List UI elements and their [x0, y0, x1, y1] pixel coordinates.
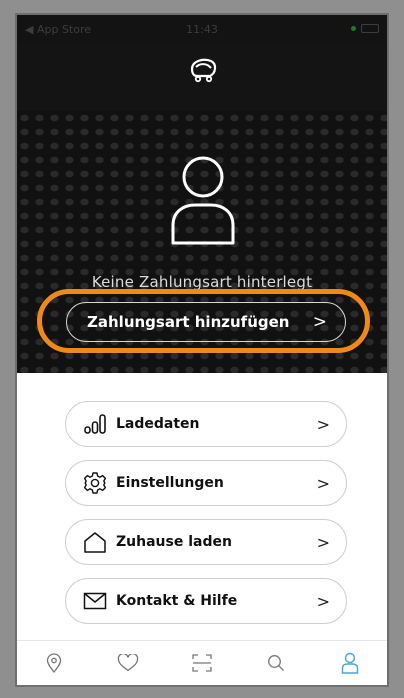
- chevron-right-icon: >: [316, 414, 330, 434]
- menu-list: Ladedaten > Einstellungen > Zuhause lade…: [65, 401, 347, 637]
- menu-item-zuhause-laden[interactable]: Zuhause laden >: [65, 519, 347, 565]
- status-indicators: [351, 24, 379, 33]
- add-payment-label: Zahlungsart hinzufügen: [87, 313, 290, 331]
- scan-icon: [192, 654, 212, 672]
- profile-icon: [341, 652, 359, 674]
- chevron-right-icon: >: [312, 312, 327, 332]
- tab-profile[interactable]: [335, 650, 365, 676]
- profile-hero: Keine Zahlungsart hinterlegt Zahlungsart…: [17, 111, 387, 373]
- add-payment-button[interactable]: Zahlungsart hinzufügen >: [66, 302, 346, 342]
- menu-item-label: Ladedaten: [116, 416, 200, 432]
- gear-icon: [82, 471, 108, 495]
- menu-item-einstellungen[interactable]: Einstellungen >: [65, 460, 347, 506]
- tab-bar: [17, 640, 387, 685]
- chevron-right-icon: >: [316, 532, 330, 552]
- location-indicator-icon: [351, 26, 356, 31]
- bars-chart-icon: [82, 412, 108, 436]
- search-icon: [268, 655, 284, 671]
- battery-icon: [361, 24, 379, 33]
- status-bar: ◀ App Store 11:43: [17, 15, 387, 45]
- menu-item-kontakt-hilfe[interactable]: Kontakt & Hilfe >: [65, 578, 347, 624]
- home-icon: [82, 530, 108, 554]
- status-time: 11:43: [186, 23, 218, 36]
- header: [17, 45, 387, 115]
- menu-item-label: Kontakt & Hilfe: [116, 593, 238, 609]
- chevron-right-icon: >: [316, 473, 330, 493]
- phone-screen: ◀ App Store 11:43 Keine Zahlungsart hint…: [17, 15, 387, 685]
- map-pin-icon: [46, 653, 62, 673]
- app-logo-icon: [190, 58, 217, 83]
- mail-icon: [82, 589, 108, 613]
- menu-item-label: Zuhause laden: [116, 534, 232, 550]
- tab-favorites[interactable]: [113, 650, 143, 676]
- heart-icon: [117, 654, 139, 672]
- back-to-app-store[interactable]: ◀ App Store: [25, 23, 91, 36]
- menu-item-ladedaten[interactable]: Ladedaten >: [65, 401, 347, 447]
- user-avatar-icon: [171, 156, 235, 245]
- tab-scan[interactable]: [187, 650, 217, 676]
- tab-search[interactable]: [261, 650, 291, 676]
- tab-map[interactable]: [39, 650, 69, 676]
- menu-item-label: Einstellungen: [116, 475, 224, 491]
- chevron-right-icon: >: [316, 591, 330, 611]
